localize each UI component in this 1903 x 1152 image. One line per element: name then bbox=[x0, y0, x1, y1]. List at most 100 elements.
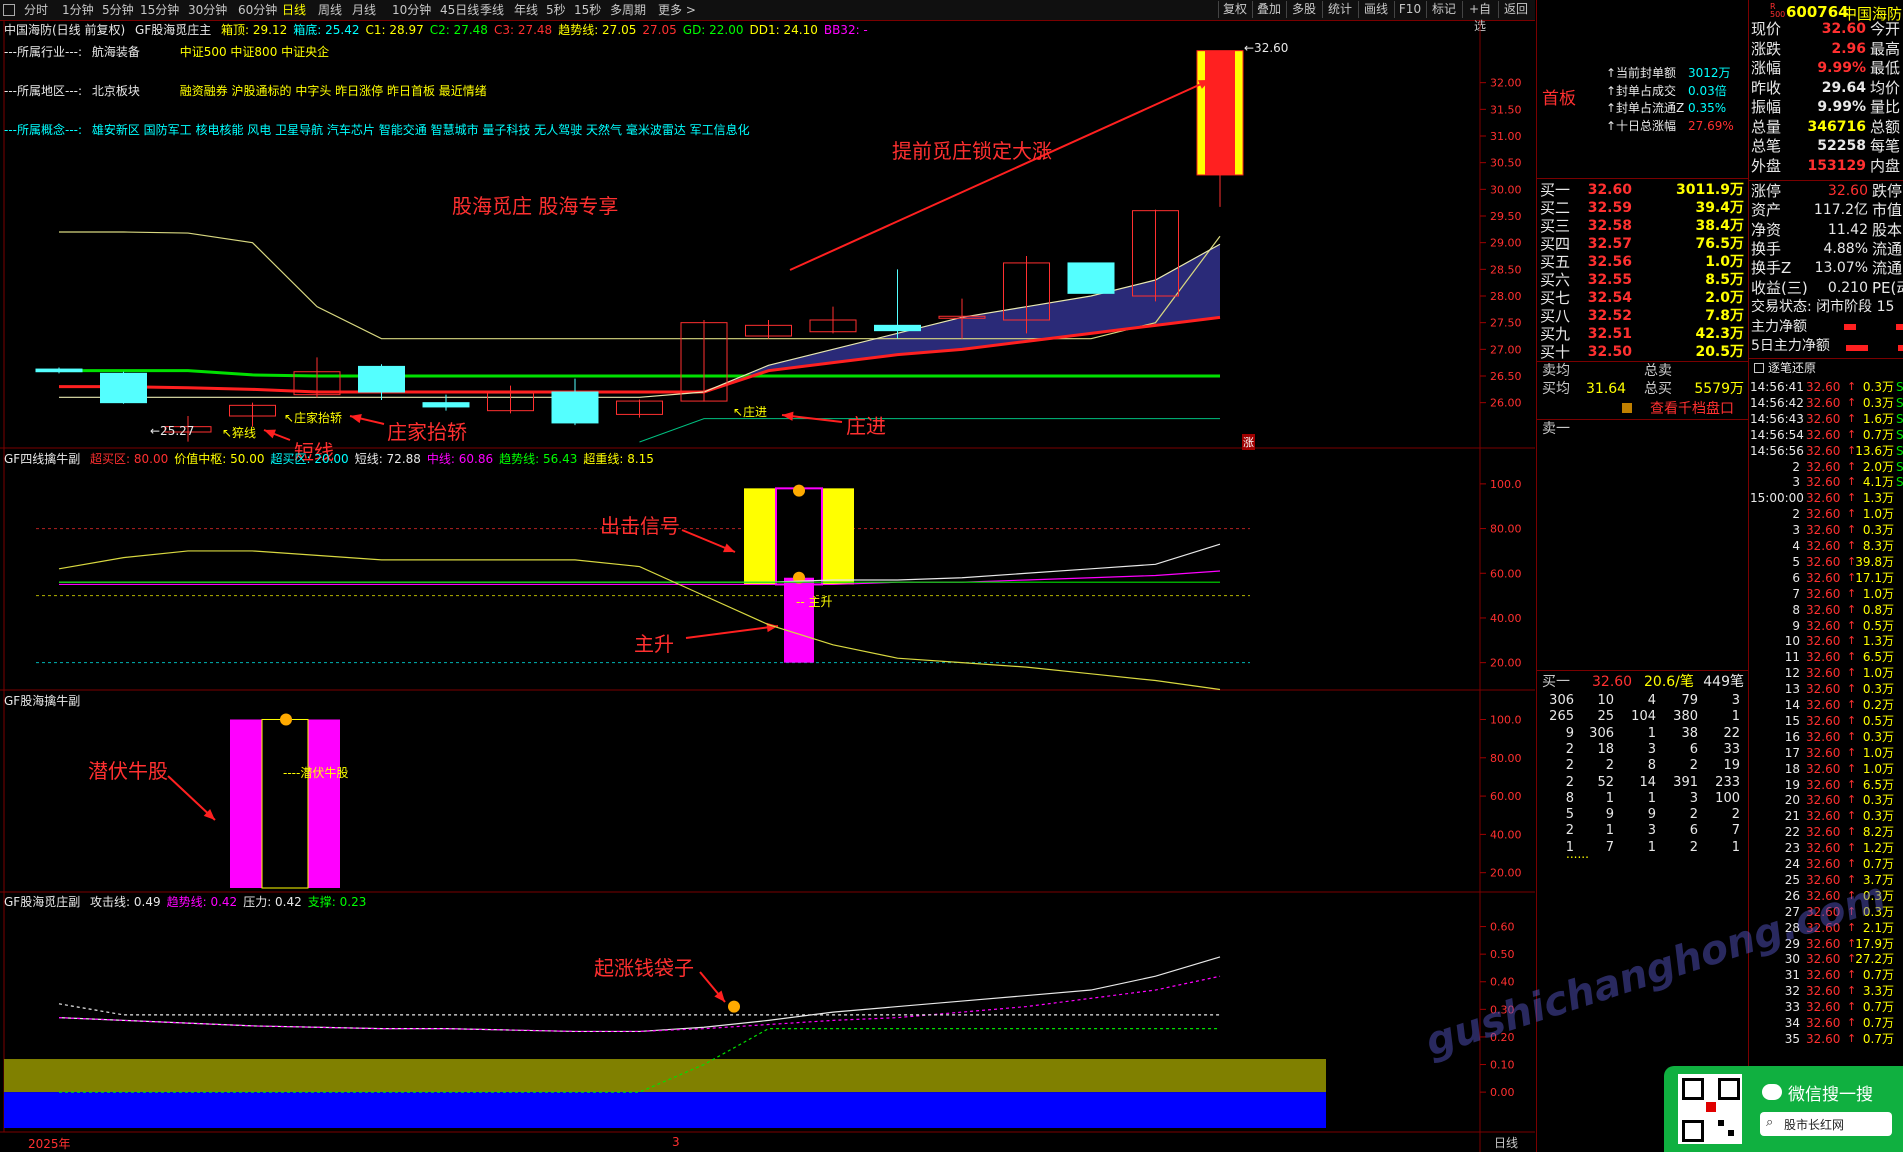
trade-status: 交易状态: 闭市阶段 15 bbox=[1751, 299, 1895, 315]
annotation-lift: 庄家抬轿 bbox=[387, 420, 467, 444]
bid-label-0: 买一 bbox=[1540, 181, 1571, 199]
bid-price-1[interactable]: 32.59 bbox=[1582, 199, 1632, 217]
quote-label-6: 总笔 bbox=[1751, 137, 1782, 155]
toolbar-button-8[interactable]: 返回 bbox=[1498, 1, 1533, 18]
bid-price-8[interactable]: 32.51 bbox=[1582, 325, 1632, 343]
bid-price-6[interactable]: 32.54 bbox=[1582, 289, 1632, 307]
seal-label-1: ↑封单占成交 bbox=[1606, 83, 1677, 98]
bid-price-9[interactable]: 32.50 bbox=[1582, 343, 1632, 361]
main-rise-bar bbox=[784, 577, 814, 663]
view-queue-link[interactable]: 查看千档盘口 bbox=[1650, 400, 1734, 418]
period-tab-8[interactable]: 月线 bbox=[352, 2, 376, 18]
quote-label-5: 总量 bbox=[1751, 117, 1782, 136]
divider bbox=[1536, 178, 1748, 179]
queue-cell-4-1: 2 bbox=[1605, 758, 1614, 774]
main-header-value-9: BB32: - bbox=[823, 23, 868, 37]
quote-label-1: 涨跌 bbox=[1751, 39, 1782, 58]
bid-price-5[interactable]: 32.55 bbox=[1582, 271, 1632, 289]
wechat-name-box[interactable]: ⌕ 股市长红网 bbox=[1760, 1112, 1892, 1136]
candle-body-16 bbox=[1067, 262, 1115, 294]
buy-one-count: 449笔 bbox=[1703, 674, 1744, 690]
fund-value-5: 0.210 bbox=[1827, 279, 1868, 296]
main-net-bar-tail bbox=[1896, 324, 1903, 330]
annotation-hidden-bull: 潜伏牛股 bbox=[88, 759, 168, 783]
gd-line bbox=[639, 418, 1220, 443]
queue-cell-9-4: 1 bbox=[1731, 839, 1740, 855]
queue-cell-8-3: 6 bbox=[1689, 823, 1698, 839]
period-tab-9[interactable]: 10分钟 bbox=[392, 2, 431, 18]
tick-header-icon[interactable] bbox=[1754, 363, 1764, 373]
y-label-p4-0: 0.60 bbox=[1490, 921, 1515, 934]
quote-value-1: 2.96 bbox=[1831, 40, 1866, 57]
bid-price-2[interactable]: 32.58 bbox=[1582, 217, 1632, 235]
x-axis-period[interactable]: 日线 bbox=[1494, 1134, 1518, 1151]
period-tab-0[interactable]: 分时 bbox=[24, 2, 48, 18]
queue-cell-5-3: 391 bbox=[1673, 774, 1698, 790]
chart-canvas[interactable]: 32.0031.5031.0030.5030.0029.5029.0028.50… bbox=[0, 20, 1535, 1152]
pane2-title[interactable]: GF四线擒牛副 bbox=[4, 452, 80, 466]
bid-price-4[interactable]: 32.56 bbox=[1582, 253, 1632, 271]
bid-price-0[interactable]: 32.60 bbox=[1582, 181, 1632, 199]
wechat-search-box[interactable]: 微信搜一搜 ⌕ 股市长红网 bbox=[1664, 1066, 1903, 1152]
candle-body-6 bbox=[422, 402, 470, 408]
toolbar-button-2[interactable]: 多股 bbox=[1286, 1, 1321, 18]
period-tab-4[interactable]: 30分钟 bbox=[188, 2, 227, 18]
arrow-lift-head bbox=[350, 413, 362, 424]
tick-header[interactable]: 逐笔还原 bbox=[1768, 359, 1816, 377]
bid-volume-4: 1.0万 bbox=[1705, 254, 1744, 270]
toolbar-button-4[interactable]: 画线 bbox=[1358, 1, 1393, 18]
toolbar-button-5[interactable]: F10 bbox=[1394, 1, 1425, 18]
pane3-title[interactable]: GF股海擒牛副 bbox=[4, 694, 80, 708]
money-bag-icon-p3 bbox=[280, 713, 292, 726]
panel-divider bbox=[1536, 0, 1537, 1152]
chart-area[interactable]: 32.00 31.50 31.00 30.50 30.00 29.50 29.00 28.50… bbox=[0, 20, 1535, 1152]
queue-cell-6-0: 8 bbox=[1565, 790, 1574, 806]
pane4-title[interactable]: GF股海觅庄副 bbox=[4, 895, 80, 909]
toolbar-button-7[interactable]: +自选 bbox=[1462, 1, 1497, 33]
period-tab-14[interactable]: 15秒 bbox=[574, 2, 601, 18]
queue-icon[interactable] bbox=[1622, 403, 1632, 413]
period-tab-15[interactable]: 多周期 bbox=[610, 2, 646, 18]
y-label-main-0: 32.00 bbox=[1490, 77, 1522, 90]
period-tab-7[interactable]: 周线 bbox=[318, 2, 342, 18]
queue-cell-0-0: 306 bbox=[1549, 693, 1574, 708]
toolbar-button-1[interactable]: 叠加 bbox=[1252, 1, 1285, 18]
fund-right-label-0: 跌停 bbox=[1872, 182, 1903, 200]
toolbar-button-6[interactable]: 标记 bbox=[1426, 1, 1461, 18]
main-header-value-7: GD: 22.00 bbox=[682, 23, 744, 37]
queue-more: ...... bbox=[1566, 847, 1589, 861]
candle-body-0 bbox=[35, 368, 83, 373]
period-tab-12[interactable]: 年线 bbox=[514, 2, 538, 18]
period-tab-13[interactable]: 5秒 bbox=[546, 2, 566, 18]
fund-right-label-3: 流通 bbox=[1872, 239, 1903, 258]
pane2-legend-item-0: 超买区: 80.00 bbox=[90, 452, 169, 466]
period-tab-10[interactable]: 45日线 bbox=[440, 2, 479, 18]
period-tab-5[interactable]: 60分钟 bbox=[238, 2, 277, 18]
period-tab-1[interactable]: 1分钟 bbox=[62, 2, 94, 18]
period-tab-6[interactable]: 日线 bbox=[282, 2, 306, 18]
queue-cell-1-0: 265 bbox=[1549, 709, 1574, 725]
pane4-legend-item-1: 趋势线: 0.42 bbox=[166, 895, 238, 909]
search-icon: ⌕ bbox=[1766, 1115, 1774, 1130]
queue-cell-6-2: 1 bbox=[1647, 790, 1656, 806]
queue-cell-3-4: 33 bbox=[1723, 741, 1740, 757]
period-tab-11[interactable]: 季线 bbox=[480, 2, 504, 18]
period-tab-3[interactable]: 15分钟 bbox=[140, 2, 179, 18]
main-net-5d-bar bbox=[1846, 345, 1868, 351]
queue-cell-4-0: 2 bbox=[1565, 758, 1574, 774]
queue-cell-6-4: 100 bbox=[1715, 790, 1740, 806]
toolbar-button-3[interactable]: 统计 bbox=[1322, 1, 1357, 18]
quote-label-4: 振幅 bbox=[1751, 98, 1782, 116]
badge-r500: R 500 bbox=[1770, 2, 1786, 19]
toolbar-button-0[interactable]: 复权 bbox=[1218, 1, 1251, 18]
indicator-name[interactable]: GF股海觅庄主 bbox=[135, 23, 211, 37]
y-label-p3-4: 20.00 bbox=[1490, 867, 1522, 880]
bid-price-7[interactable]: 32.52 bbox=[1582, 307, 1632, 325]
bid-price-3[interactable]: 32.57 bbox=[1582, 235, 1632, 253]
period-tab-16[interactable]: 更多 > bbox=[658, 2, 696, 18]
window-icon[interactable] bbox=[3, 4, 15, 16]
period-tab-2[interactable]: 5分钟 bbox=[102, 2, 134, 18]
mark-zhang: 涨 bbox=[1242, 434, 1255, 450]
bid-label-9: 买十 bbox=[1540, 343, 1571, 361]
y-label-p2-0: 100.0 bbox=[1490, 478, 1522, 491]
